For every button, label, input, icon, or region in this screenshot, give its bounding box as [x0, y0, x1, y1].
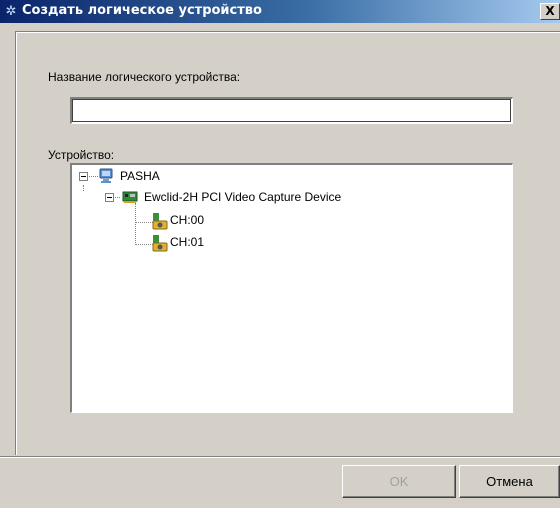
ok-button[interactable]: OK — [342, 465, 456, 498]
computer-icon — [99, 168, 113, 183]
camera-channel-icon — [152, 235, 168, 252]
tree-item-pasha[interactable]: PASHA — [120, 167, 160, 185]
close-button[interactable]: X — [540, 3, 560, 20]
app-icon: ✲ — [5, 3, 17, 18]
camera-channel-icon — [152, 213, 168, 230]
window-title: Создать логическое устройство — [22, 3, 262, 18]
title-bar[interactable]: ✲ Создать логическое устройство X — [0, 0, 560, 23]
button-divider — [0, 456, 560, 458]
device-expander[interactable] — [105, 193, 114, 202]
name-label: Название логического устройства: — [48, 70, 241, 84]
tree-item-ch00[interactable]: CH:00 — [170, 211, 204, 229]
root-expander[interactable] — [79, 172, 88, 181]
capture-card-icon — [122, 191, 138, 203]
name-input[interactable] — [70, 97, 513, 124]
tree-item-ch01[interactable]: CH:01 — [170, 233, 204, 251]
device-tree[interactable]: PASHA Ewclid-2H PCI Video Capture Device… — [70, 163, 513, 413]
tree-item-capture-device[interactable]: Ewclid-2H PCI Video Capture Device — [144, 188, 341, 206]
cancel-button[interactable]: Отмена — [459, 465, 560, 498]
device-label: Устройство: — [48, 148, 115, 162]
